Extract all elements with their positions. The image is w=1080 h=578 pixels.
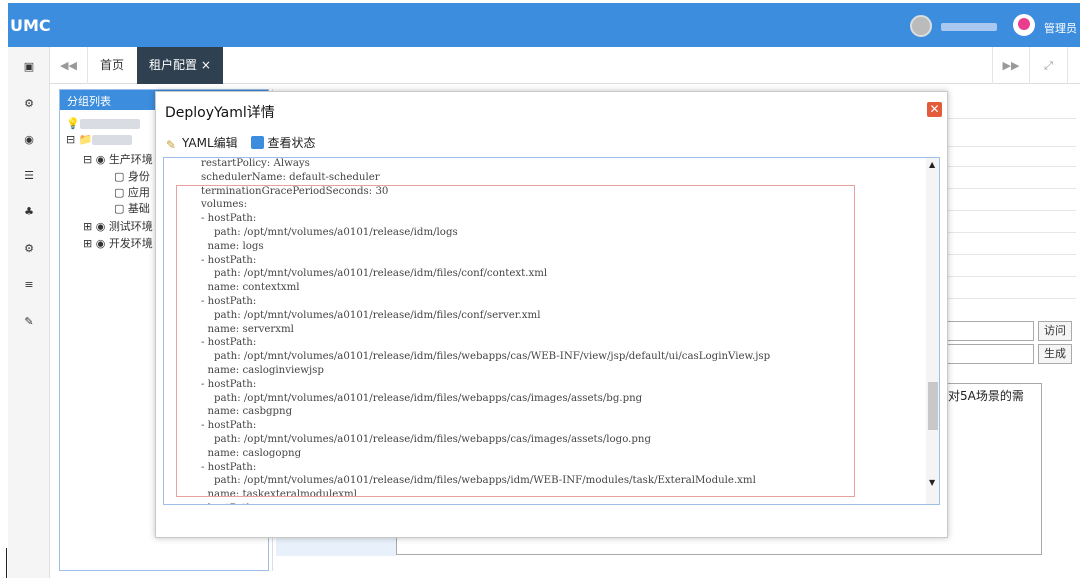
view-status-button[interactable]: 查看状态 <box>251 134 316 151</box>
tree-node-base[interactable]: ▢ 基础 <box>114 200 150 216</box>
tree-node-identity[interactable]: ▢ 身份 <box>114 168 150 184</box>
pencil-icon: ✎ <box>166 138 177 152</box>
app-logo: UMC <box>10 16 51 35</box>
row-divider <box>946 254 1076 255</box>
eye-icon[interactable]: ◉ <box>21 133 37 147</box>
code-line: schedulerName: default-scheduler <box>201 171 380 183</box>
menu-icon[interactable]: ≡ <box>21 278 37 292</box>
row-divider <box>946 166 1076 167</box>
tab-bar: ◀◀ 首页 租户配置 × ▶▶ ⤢ <box>50 47 1080 84</box>
tree-node-test[interactable]: ⊞ ◉ 测试环境 <box>83 218 153 234</box>
list-icon[interactable]: ☰ <box>21 169 37 183</box>
scroll-up-icon[interactable]: ▲ <box>929 160 935 169</box>
code-line: - hostPath: <box>201 502 770 504</box>
user-avatar[interactable] <box>910 15 932 37</box>
id-card-icon[interactable]: ▣ <box>21 60 37 74</box>
row-divider <box>946 146 1076 147</box>
tab-home[interactable]: 首页 <box>88 47 136 84</box>
tree-node-app[interactable]: ▢ 应用 <box>114 184 150 200</box>
yaml-editor[interactable]: restartPolicy: Always schedulerName: defa… <box>163 157 940 505</box>
deploy-yaml-dialog: DeployYaml详情 ✕ ✎ YAML编辑 查看状态 restartPolic… <box>155 91 948 538</box>
yaml-edit-button[interactable]: ✎ YAML编辑 <box>166 134 238 152</box>
location-pin-icon[interactable] <box>1013 14 1035 36</box>
username-blurred[interactable] <box>941 23 997 31</box>
highlight-box <box>176 185 855 497</box>
scrollbar[interactable]: ▲ ▼ <box>926 158 939 504</box>
close-icon[interactable]: ✕ <box>927 102 942 117</box>
tab-next-icon[interactable]: ▶▶ <box>992 47 1030 84</box>
scroll-down-icon[interactable]: ▼ <box>929 478 935 487</box>
row-divider <box>946 276 1076 277</box>
tree-root[interactable]: 💡 <box>66 117 140 130</box>
sitemap-icon[interactable]: ♣ <box>21 205 37 219</box>
generate-button[interactable]: 生成 <box>1038 344 1072 364</box>
tree-node-prod[interactable]: ⊟ ◉ 生产环境 <box>83 151 153 167</box>
row-divider <box>946 210 1076 211</box>
row-divider <box>946 298 1076 299</box>
tree-node-dev[interactable]: ⊞ ◉ 开发环境 <box>83 235 153 251</box>
description-text: 对5A场景的需 <box>948 389 1024 403</box>
row-divider <box>946 188 1076 189</box>
key-input[interactable] <box>946 344 1034 364</box>
visit-button[interactable]: 访问 <box>1038 321 1072 341</box>
role-label[interactable]: 管理员 <box>1044 20 1077 36</box>
gears-icon[interactable]: ⚙ <box>21 97 37 111</box>
tab-prev-icon[interactable]: ◀◀ <box>50 47 88 84</box>
row-divider <box>946 232 1076 233</box>
gear-icon[interactable]: ⚙ <box>21 242 37 256</box>
row-divider <box>946 118 1076 119</box>
cursor-line <box>6 548 7 578</box>
wrench-icon[interactable]: ✎ <box>21 315 37 329</box>
left-sidebar: ▣ ⚙ ◉ ☰ ♣ ⚙ ≡ ✎ <box>8 47 50 578</box>
tab-tenant-config[interactable]: 租户配置 × <box>137 47 223 84</box>
url-input[interactable] <box>946 321 1034 341</box>
fullscreen-icon[interactable]: ⤢ <box>1030 47 1068 84</box>
tree-org[interactable]: ⊟ 📁 <box>66 133 133 146</box>
dialog-toolbar: ✎ YAML编辑 查看状态 <box>166 134 326 152</box>
monitor-icon <box>251 136 265 149</box>
top-bar: UMC 管理员 <box>8 3 1080 47</box>
dialog-title: DeployYaml详情 <box>165 105 275 121</box>
scroll-thumb[interactable] <box>928 382 938 430</box>
code-line: restartPolicy: Always <box>201 158 310 169</box>
